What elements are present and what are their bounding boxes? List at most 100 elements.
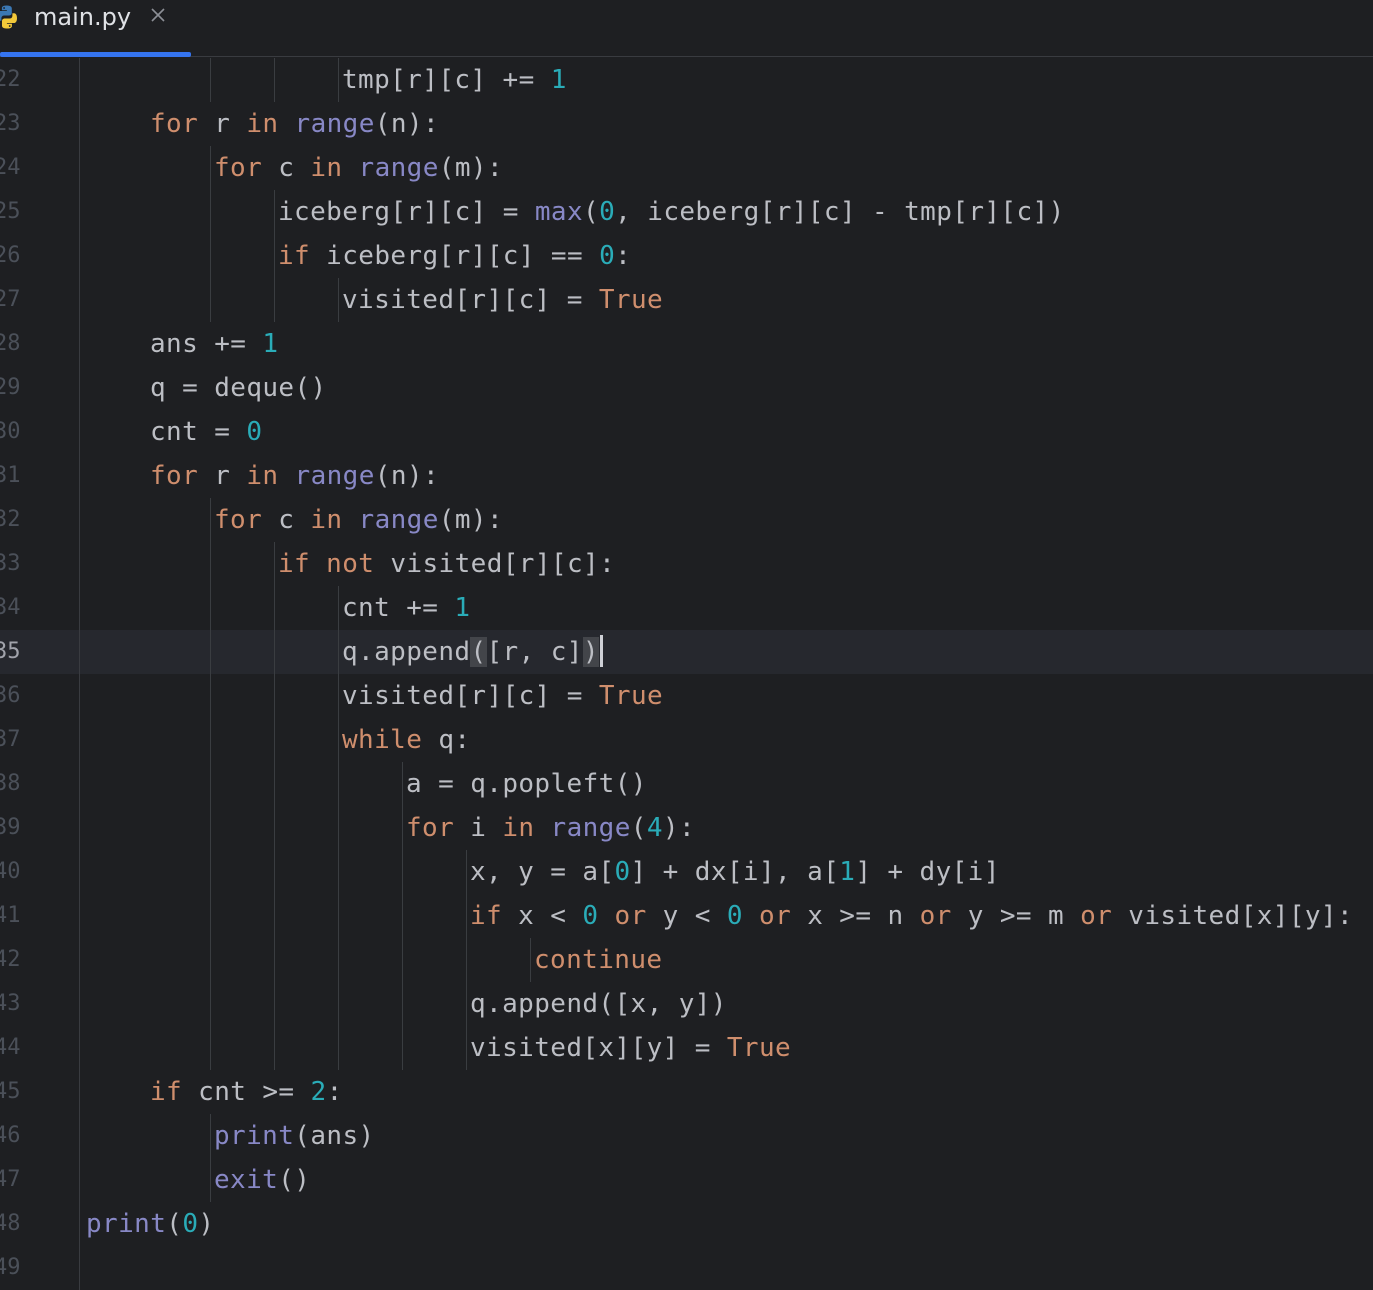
code-token: ] + dx[i], a[ — [630, 857, 840, 887]
tab-main-py[interactable]: main.py — [0, 0, 191, 57]
number-token: 0 — [246, 417, 263, 447]
code-token: ( — [630, 813, 647, 843]
code-token: cnt >= — [182, 1077, 311, 1107]
code-token: x < — [502, 901, 583, 931]
code-text: tmp[r][c] += 1 — [342, 58, 567, 102]
keyword-token: in — [246, 461, 279, 491]
keyword-token: while — [342, 725, 423, 755]
number-token: 0 — [182, 1209, 199, 1239]
code-text: for c in range(m): — [214, 498, 503, 542]
line-number: 45 — [0, 1079, 21, 1104]
keyword-token: for — [150, 461, 199, 491]
number-token: 1 — [454, 593, 471, 623]
line-number: 41 — [0, 903, 21, 928]
line-number: 27 — [0, 287, 21, 312]
code-token: (n): — [374, 461, 440, 491]
matched-bracket: ) — [582, 637, 599, 667]
code-editor[interactable]: 22 tmp[r][c] += 1 23 for r in range(n): 24 fo… — [0, 58, 1373, 1290]
code-line[interactable]: 38 a = q.popleft() — [0, 762, 1373, 806]
keyword-token: if — [470, 901, 503, 931]
code-line[interactable]: 33 if not visited[r][c]: — [0, 542, 1373, 586]
code-token: cnt = — [150, 417, 247, 447]
builtin-token: exit — [214, 1165, 279, 1195]
line-number: 26 — [0, 243, 21, 268]
editor-tab-bar: main.py — [0, 0, 1373, 57]
code-line[interactable]: 43 q.append([x, y]) — [0, 982, 1373, 1026]
code-token: r — [198, 109, 247, 139]
code-line[interactable]: 39 for i in range(4): — [0, 806, 1373, 850]
code-token: ): — [662, 813, 696, 843]
code-line[interactable]: 30 cnt = 0 — [0, 410, 1373, 454]
code-text: if not visited[r][c]: — [278, 542, 615, 586]
tab-filename: main.py — [34, 3, 132, 31]
code-line[interactable]: 32 for c in range(m): — [0, 498, 1373, 542]
code-token: visited[x][y]: — [1112, 901, 1354, 931]
code-line[interactable]: 23 for r in range(n): — [0, 102, 1373, 146]
code-text: if x < 0 or y < 0 or x >= n or y >= m or… — [470, 894, 1353, 938]
keyword-token: or — [614, 901, 647, 931]
builtin-token: range — [358, 153, 439, 183]
code-token: a = q.popleft() — [406, 769, 647, 799]
code-token: y < — [646, 901, 727, 931]
close-icon[interactable] — [147, 4, 169, 26]
code-line[interactable]: 24 for c in range(m): — [0, 146, 1373, 190]
code-token: cnt += — [342, 593, 455, 623]
code-line[interactable]: 42 continue — [0, 938, 1373, 982]
code-text: iceberg[r][c] = max(0, iceberg[r][c] - t… — [278, 190, 1065, 234]
code-line[interactable]: 31 for r in range(n): — [0, 454, 1373, 498]
code-line[interactable]: 37 while q: — [0, 718, 1373, 762]
line-number: 22 — [0, 67, 21, 92]
code-token: visited[x][y] = — [470, 1033, 727, 1063]
line-number: 30 — [0, 419, 21, 444]
code-text: visited[r][c] = True — [342, 278, 663, 322]
code-line[interactable]: 44 visited[x][y] = True — [0, 1026, 1373, 1070]
line-number: 34 — [0, 595, 21, 620]
keyword-token: if not — [278, 549, 375, 579]
code-line[interactable]: 28 ans += 1 — [0, 322, 1373, 366]
code-line[interactable]: 26 if iceberg[r][c] == 0: — [0, 234, 1373, 278]
code-line[interactable]: 47 exit() — [0, 1158, 1373, 1202]
code-line[interactable]: 45 if cnt >= 2: — [0, 1070, 1373, 1114]
code-line[interactable]: 35 q.append([r, c]) — [0, 630, 1373, 674]
code-text: if iceberg[r][c] == 0: — [278, 234, 631, 278]
code-token: ( — [166, 1209, 183, 1239]
line-number: 37 — [0, 727, 21, 752]
number-token: 1 — [839, 857, 856, 887]
number-token: 0 — [726, 901, 743, 931]
keyword-token: if — [150, 1077, 183, 1107]
code-line[interactable]: 41 if x < 0 or y < 0 or x >= n or y >= m … — [0, 894, 1373, 938]
keyword-token: True — [598, 681, 664, 711]
line-number: 31 — [0, 463, 21, 488]
code-token: (m): — [438, 505, 504, 535]
code-line[interactable]: 29 q = deque() — [0, 366, 1373, 410]
code-text: x, y = a[0] + dx[i], a[1] + dy[i] — [470, 850, 1000, 894]
builtin-token: range — [294, 109, 375, 139]
code-line[interactable]: 49 — [0, 1246, 1373, 1290]
code-line[interactable]: 46 print(ans) — [0, 1114, 1373, 1158]
keyword-token: in — [246, 109, 279, 139]
code-line[interactable]: 22 tmp[r][c] += 1 — [0, 58, 1373, 102]
code-token: r — [198, 461, 247, 491]
code-text: print(0) — [86, 1202, 214, 1246]
keyword-token: continue — [534, 945, 663, 975]
text-cursor — [599, 634, 603, 667]
code-text: while q: — [342, 718, 470, 762]
code-line[interactable]: 34 cnt += 1 — [0, 586, 1373, 630]
number-token: 0 — [599, 197, 616, 227]
code-line[interactable]: 25 iceberg[r][c] = max(0, iceberg[r][c] -… — [0, 190, 1373, 234]
number-token: 0 — [582, 901, 599, 931]
code-line[interactable]: 36 visited[r][c] = True — [0, 674, 1373, 718]
builtin-token: print — [214, 1121, 295, 1151]
code-line[interactable]: 40 x, y = a[0] + dx[i], a[1] + dy[i] — [0, 850, 1373, 894]
code-text: if cnt >= 2: — [150, 1070, 343, 1114]
code-line[interactable]: 27 visited[r][c] = True — [0, 278, 1373, 322]
code-text: visited[r][c] = True — [342, 674, 663, 718]
keyword-token: in — [502, 813, 535, 843]
keyword-token: in — [310, 153, 343, 183]
code-token: q: — [422, 725, 471, 755]
line-number: 39 — [0, 815, 21, 840]
code-line[interactable]: 48 print(0) — [0, 1202, 1373, 1246]
